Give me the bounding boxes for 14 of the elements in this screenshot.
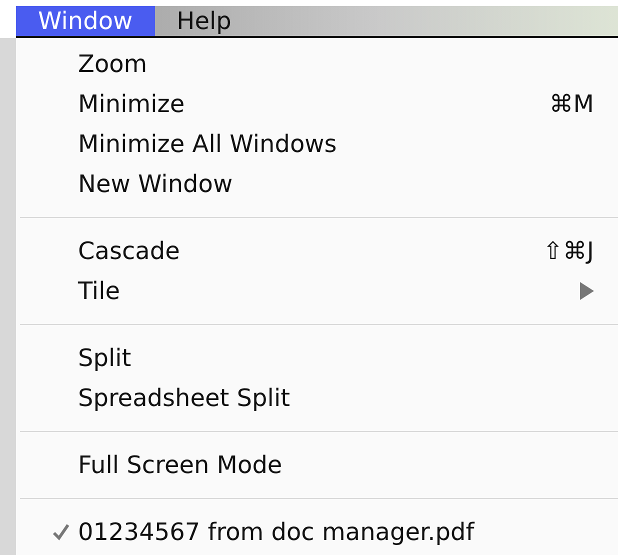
menu-item[interactable]: Tile <box>78 277 580 305</box>
menu-item[interactable]: Cascade <box>78 237 543 265</box>
menu-item[interactable]: Split <box>78 344 594 372</box>
shortcut-label: ⇧⌘J <box>542 237 594 265</box>
shortcut-label: ⌘M <box>549 90 594 118</box>
menu-item[interactable]: Spreadsheet Split <box>78 384 594 412</box>
menu-bar-item[interactable]: Window <box>16 6 155 36</box>
menu-item[interactable]: Minimize All Windows <box>78 130 594 158</box>
menu-item[interactable]: New Window <box>78 170 594 198</box>
menu-item[interactable]: Full Screen Mode <box>78 451 594 479</box>
menu-item[interactable]: Zoom <box>78 50 594 78</box>
menu-bar-item[interactable]: Help <box>154 6 254 36</box>
menu-item[interactable]: 01234567 from doc manager.pdf <box>78 518 594 546</box>
menu-item[interactable]: Minimize <box>78 90 550 118</box>
